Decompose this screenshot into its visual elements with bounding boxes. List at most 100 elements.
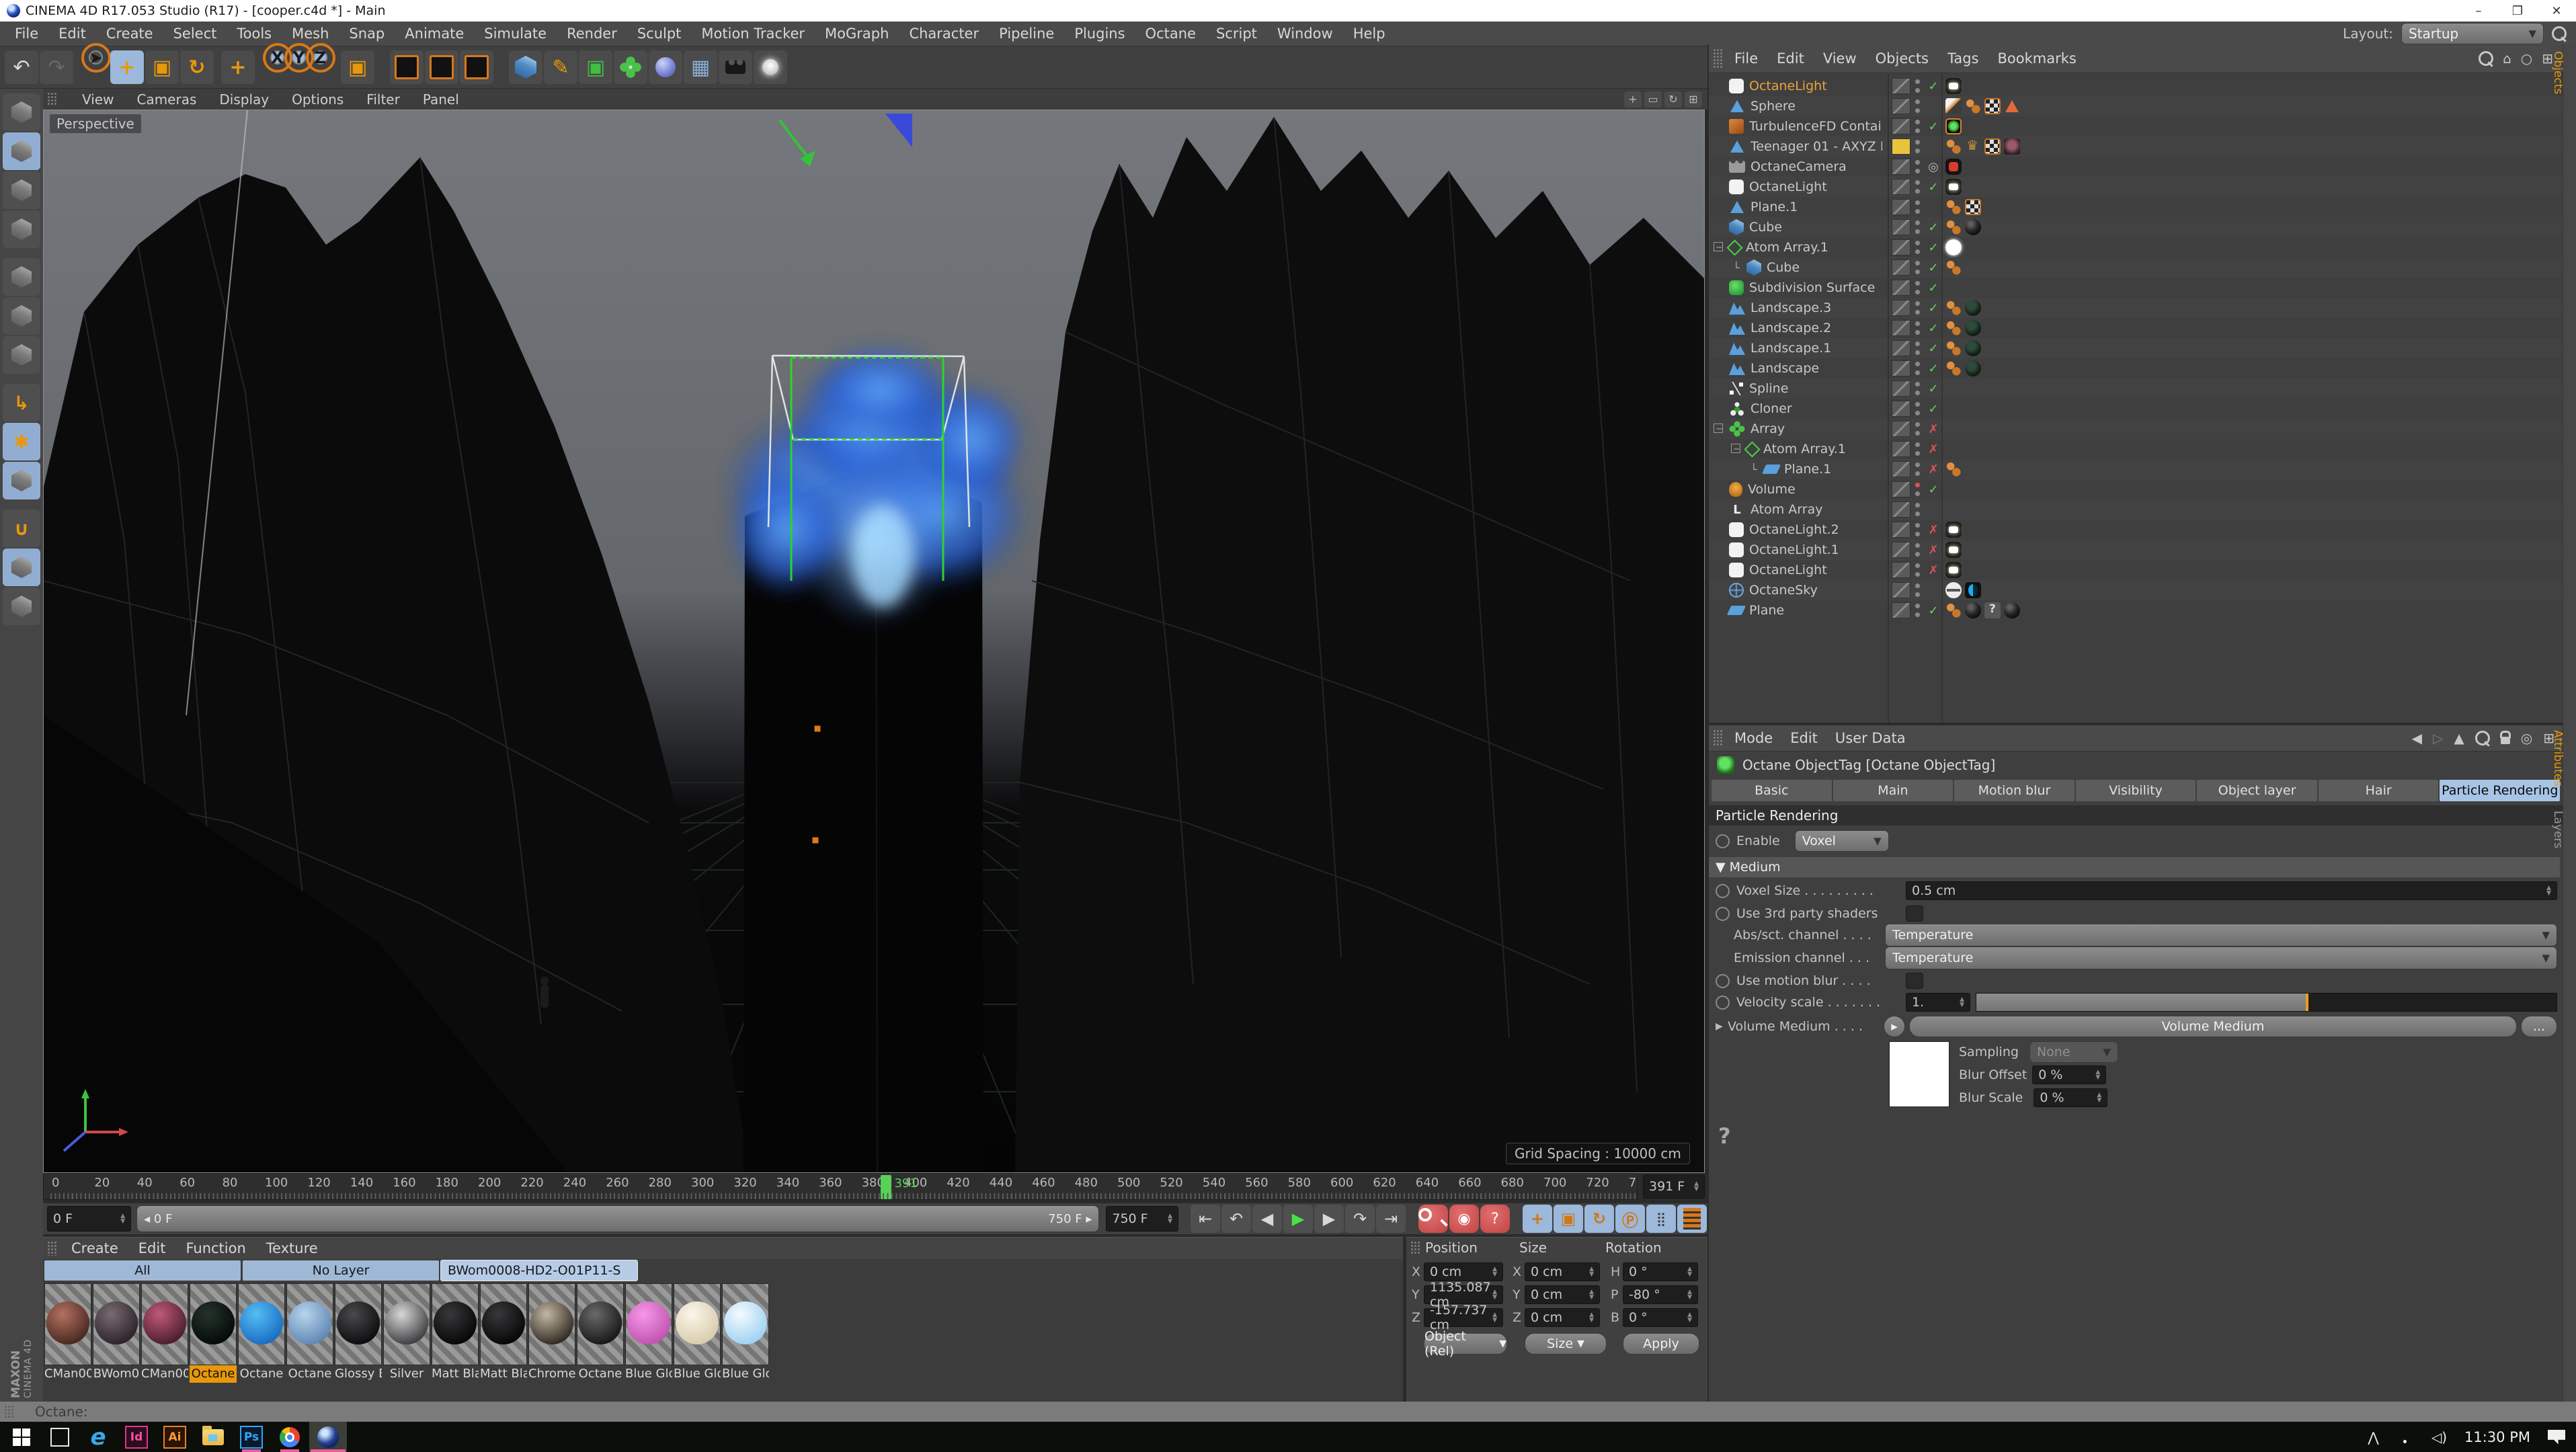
menu-item[interactable]: Window: [1277, 26, 1333, 42]
object-row[interactable]: Cube ✓: [1709, 217, 2563, 237]
visibility-dots[interactable]: [1915, 300, 1921, 315]
visibility-dots[interactable]: [1915, 421, 1921, 436]
visibility-dots[interactable]: [1915, 502, 1921, 517]
photoshop-app[interactable]: Ps: [233, 1422, 270, 1452]
history-forward-icon[interactable]: ▷: [2433, 730, 2443, 746]
object-row[interactable]: Plane ✓: [1709, 600, 2563, 620]
position-z-field[interactable]: -157.737 cm▲ ▼: [1424, 1308, 1503, 1327]
enabled-state-icon[interactable]: ✓: [1925, 341, 1941, 356]
sphland-tag-icon[interactable]: [1965, 360, 1981, 376]
view-nav-icon[interactable]: ↻: [1664, 91, 1682, 108]
object-name[interactable]: Cube: [1749, 220, 1782, 235]
material-item[interactable]: Matt Bla: [432, 1283, 479, 1383]
home-icon[interactable]: ⌂: [2503, 50, 2511, 67]
volume-medium-more-button[interactable]: ...: [2521, 1016, 2557, 1037]
layer-chip[interactable]: [1892, 501, 1910, 518]
material-thumbnail[interactable]: [625, 1283, 672, 1365]
menu-item[interactable]: Snap: [349, 26, 385, 42]
menu-item[interactable]: Sculpt: [637, 26, 682, 42]
object-row[interactable]: OctaneLight ✗: [1709, 560, 2563, 580]
phong-tag-icon[interactable]: [1945, 320, 1962, 336]
enabled-state-icon[interactable]: ✗: [1925, 442, 1941, 456]
rotation-p-field[interactable]: -80 °▲ ▼: [1623, 1285, 1698, 1304]
sampling-dropdown[interactable]: None▼: [2029, 1041, 2118, 1063]
tex-tag-icon[interactable]: [1984, 98, 2001, 114]
object-name[interactable]: Array: [1750, 421, 1785, 436]
object-name[interactable]: TurbulenceFD Container: [1749, 119, 1881, 134]
timeline-ruler[interactable]: 0204060801001201401601802002202402602803…: [43, 1173, 1638, 1200]
material-name[interactable]: Chrome: [528, 1365, 575, 1383]
column-divider[interactable]: [1888, 74, 1889, 723]
next-key-button[interactable]: ↷: [1345, 1205, 1375, 1233]
grip-handle[interactable]: [4, 1405, 15, 1419]
layer-chip[interactable]: [1892, 239, 1910, 255]
phong-tag-icon[interactable]: [1945, 602, 1962, 618]
viewport-menu-item[interactable]: View: [82, 91, 114, 108]
oenv-tag-icon[interactable]: [1965, 582, 1981, 598]
menu-item[interactable]: Simulate: [484, 26, 547, 42]
scale-tool[interactable]: ▣: [145, 50, 179, 84]
sphland-tag-icon[interactable]: [1965, 300, 1981, 316]
tweak-mode-button[interactable]: ✱: [3, 423, 40, 460]
menu-item[interactable]: Motion Tracker: [701, 26, 805, 42]
menu-item[interactable]: Select: [173, 26, 217, 42]
object-row[interactable]: Landscape.3 ✓: [1709, 298, 2563, 318]
layer-chip[interactable]: [1892, 98, 1910, 114]
object-row[interactable]: OctaneLight.1 ✗: [1709, 540, 2563, 560]
visibility-dots[interactable]: [1915, 522, 1921, 537]
layer-chip[interactable]: [1892, 300, 1910, 316]
sphdark-tag-icon[interactable]: [1965, 219, 1981, 235]
material-thumbnail[interactable]: [335, 1283, 382, 1365]
object-name[interactable]: Teenager 01 - AXYZ Design: [1750, 139, 1882, 154]
help-icon[interactable]: ?: [1718, 1123, 1731, 1149]
rotate-tool[interactable]: ↻: [180, 50, 214, 84]
filter-icon[interactable]: ○: [2521, 50, 2532, 67]
layer-chip[interactable]: [1892, 522, 1910, 538]
phong-tag-icon[interactable]: [1945, 300, 1962, 316]
menu-item[interactable]: File: [15, 26, 38, 42]
ocam-tag-icon[interactable]: [1945, 159, 1962, 175]
layout-dropdown[interactable]: Startup▼: [2401, 23, 2544, 44]
lock-workplane-button[interactable]: [3, 549, 40, 586]
layer-chip[interactable]: [1892, 602, 1910, 618]
material-thumbnail[interactable]: [141, 1283, 188, 1365]
visibility-dots[interactable]: [1915, 200, 1921, 214]
layers-panel-tab[interactable]: Layers: [2551, 811, 2565, 848]
visibility-dots[interactable]: [1915, 563, 1921, 577]
range-start-field[interactable]: 0 F▲ ▼: [47, 1206, 131, 1232]
material-menu-item[interactable]: Function: [186, 1240, 245, 1256]
clock[interactable]: 11:30 PM: [2464, 1429, 2530, 1445]
light-tag-icon[interactable]: [1945, 78, 1962, 94]
edge-app[interactable]: e: [79, 1422, 117, 1452]
object-name[interactable]: Landscape.2: [1750, 321, 1831, 335]
material-name[interactable]: Glossy B: [335, 1365, 382, 1383]
material-name[interactable]: Blue Glo: [625, 1365, 672, 1383]
add-spline-menu[interactable]: ✎: [544, 50, 577, 84]
object-name[interactable]: Plane.1: [1784, 462, 1831, 477]
material-name[interactable]: Matt Bla: [432, 1365, 479, 1383]
object-row[interactable]: Spline ✓: [1709, 378, 2563, 399]
keyframe-help-button[interactable]: ?: [1480, 1205, 1510, 1233]
object-row[interactable]: − Atom Array.1 ✗: [1709, 439, 2563, 459]
record-pla-toggle[interactable]: ⣿: [1646, 1205, 1676, 1233]
grip-handle[interactable]: [47, 92, 58, 107]
object-row[interactable]: Sphere: [1709, 96, 2563, 116]
object-row[interactable]: OctaneLight.2 ✗: [1709, 520, 2563, 540]
object-name[interactable]: Spline: [1749, 381, 1788, 396]
material-name[interactable]: Octane: [577, 1365, 624, 1383]
object-row[interactable]: Landscape.2 ✓: [1709, 318, 2563, 338]
layer-chip[interactable]: [1892, 441, 1910, 457]
material-name[interactable]: Blue Glo: [674, 1365, 721, 1383]
material-menu-item[interactable]: Texture: [266, 1240, 318, 1256]
animation-dot-icon[interactable]: [1716, 834, 1730, 848]
object-name[interactable]: OctaneLight: [1749, 79, 1827, 93]
visibility-dots[interactable]: [1915, 341, 1921, 356]
attributes-panel-tab[interactable]: Attributes: [2551, 730, 2565, 787]
close-button[interactable]: ✕: [2537, 0, 2576, 22]
visibility-dots[interactable]: [1915, 280, 1921, 295]
abs-sct-channel-dropdown[interactable]: Temperature▼: [1885, 924, 2557, 946]
material-item[interactable]: CMan00: [44, 1283, 91, 1383]
menu-item[interactable]: Render: [567, 26, 617, 42]
coord-size-dropdown[interactable]: Size ▼: [1525, 1333, 1607, 1355]
layer-chip[interactable]: [1892, 582, 1910, 598]
